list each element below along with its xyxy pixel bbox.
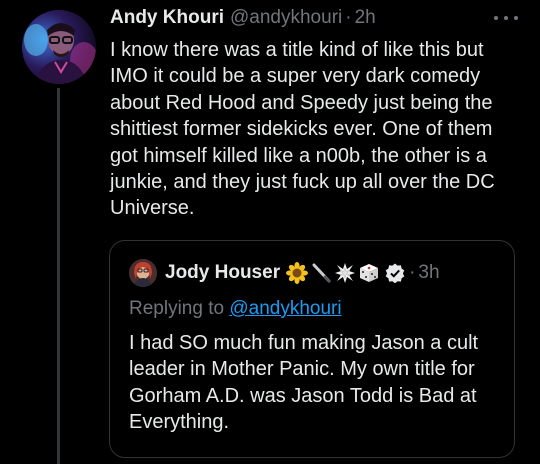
tweet-text: I know there was a title kind of like th… (110, 39, 495, 220)
quoted-tweet-card[interactable]: Jody Houser · 3h Replying to @andykhouri… (109, 240, 515, 458)
die-icon (358, 262, 380, 284)
quote-header-separator: · (409, 262, 416, 283)
thread-line (57, 88, 60, 464)
author-name[interactable]: Andy Khouri (110, 7, 224, 29)
tweet-header: Andy Khouri @andykhouri · 2h (110, 7, 376, 33)
more-dot (514, 16, 518, 20)
more-dot (504, 16, 508, 20)
tweet-timestamp[interactable]: 2h (355, 7, 376, 29)
quote-header: Jody Houser · 3h (165, 259, 440, 287)
replying-prefix: Replying to (129, 298, 225, 319)
collision-icon (334, 262, 356, 284)
pencil-icon (310, 262, 332, 284)
user-avatar-icon[interactable] (22, 10, 96, 84)
quote-text: I had SO much fun making Jason a cult le… (129, 332, 479, 434)
quote-timestamp[interactable]: 3h (418, 262, 439, 284)
quote-author-name[interactable]: Jody Houser (165, 262, 280, 284)
more-options-icon[interactable] (494, 8, 518, 28)
replying-to: Replying to @andykhouri (129, 298, 342, 320)
quote-avatar-icon[interactable] (129, 259, 157, 287)
header-separator: · (345, 7, 352, 28)
replying-handle-link[interactable]: @andykhouri (229, 298, 341, 319)
author-handle[interactable]: @andykhouri (230, 7, 342, 29)
verified-badge-icon (385, 263, 405, 284)
sunflower-icon (286, 262, 309, 284)
more-dot (494, 16, 498, 20)
